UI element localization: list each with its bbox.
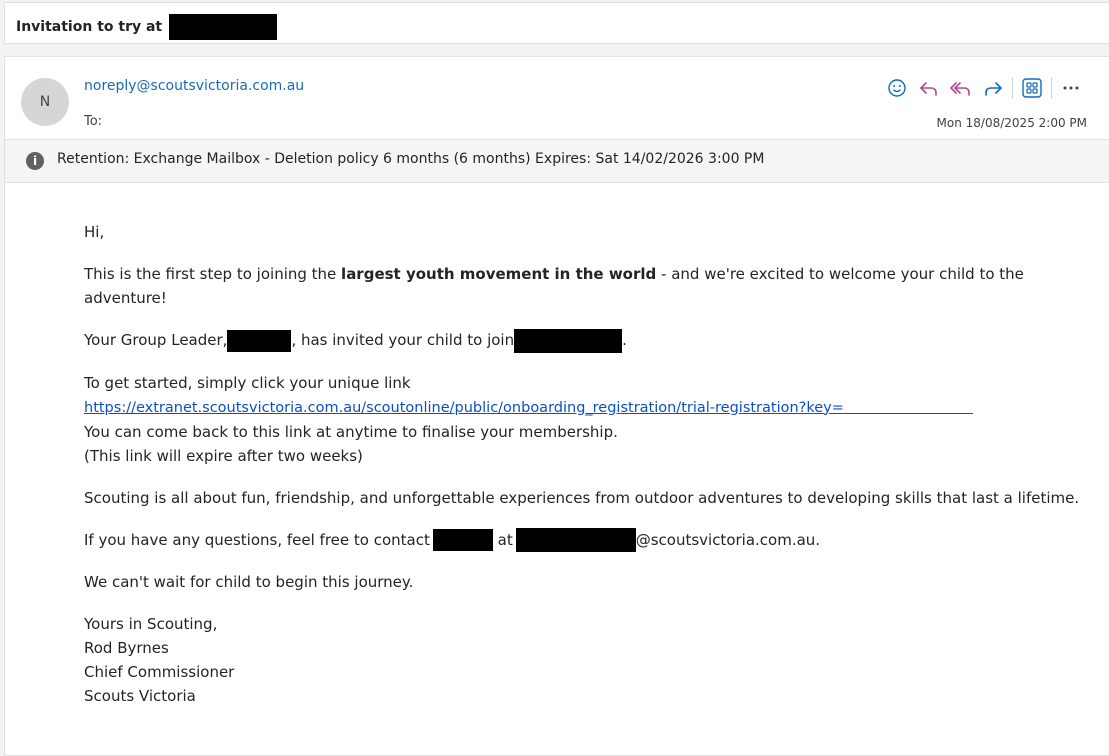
leader-text-2: , has invited your child to join (291, 331, 515, 349)
message-card: N noreply@scoutsvictoria.com.au To: Mon … (4, 56, 1109, 756)
email-subject: Invitation to try at (16, 14, 277, 40)
retention-banner: i Retention: Exchange Mailbox - Deletion… (5, 139, 1109, 183)
started-text: To get started, simply click your unique… (84, 373, 411, 392)
message-date: Mon 18/08/2025 2:00 PM (936, 116, 1087, 130)
journey-paragraph: We can't wait for child to begin this jo… (84, 573, 414, 591)
to-label: To: (84, 114, 103, 129)
redacted-block (432, 529, 493, 551)
apps-icon[interactable] (1016, 75, 1048, 101)
signature-line: Yours in Scouting, (84, 615, 218, 633)
redacted-block (227, 329, 292, 352)
retention-text: Retention: Exchange Mailbox - Deletion p… (57, 151, 765, 167)
signature-org: Scouts Victoria (84, 687, 196, 705)
expire-text: (This link will expire after two weeks) (84, 446, 363, 465)
more-icon[interactable] (1055, 75, 1087, 101)
avatar: N (21, 78, 69, 126)
contact-text: If you have any questions, feel free to … (84, 530, 430, 549)
link-key-redacted[interactable] (844, 400, 973, 416)
subject-text: Invitation to try at (16, 19, 163, 35)
reply-icon[interactable] (913, 75, 945, 101)
intro-paragraph: This is the first step to joining the la… (84, 262, 1094, 310)
comeback-text: You can come back to this link at anytim… (84, 422, 618, 441)
greeting: Hi, (84, 223, 105, 241)
contact-text-2: at (492, 530, 513, 549)
action-toolbar (881, 75, 1087, 101)
redacted-block (515, 528, 636, 552)
leader-paragraph: Your Group Leader, , has invited your chi… (84, 328, 1094, 353)
leader-text-end: . (622, 331, 627, 349)
signature: Yours in Scouting, Rod Byrnes Chief Comm… (84, 612, 1094, 708)
contact-email-domain: @scoutsvictoria.com.au. (635, 530, 821, 549)
redacted-block (514, 328, 623, 353)
subject-bar: Invitation to try at (4, 2, 1109, 44)
toolbar-divider (1012, 77, 1013, 99)
smiley-icon[interactable] (881, 75, 913, 101)
redacted-block (169, 14, 277, 40)
scouting-paragraph: Scouting is all about fun, friendship, a… (84, 488, 1080, 507)
info-icon: i (26, 152, 44, 170)
leader-text: Your Group Leader, (84, 331, 228, 349)
contact-paragraph: If you have any questions, feel free to … (84, 528, 1094, 552)
signature-title: Chief Commissioner (84, 663, 235, 681)
sender-email[interactable]: noreply@scoutsvictoria.com.au (84, 78, 304, 94)
intro-bold: largest youth movement in the world (341, 265, 657, 283)
link-paragraph: To get started, simply click your unique… (84, 371, 1094, 468)
toolbar-divider (1051, 77, 1052, 99)
forward-icon[interactable] (977, 75, 1009, 101)
message-body: Hi, This is the first step to joining th… (84, 220, 1094, 726)
registration-link[interactable]: https://extranet.scoutsvictoria.com.au/s… (84, 400, 844, 416)
signature-name: Rod Byrnes (84, 639, 169, 657)
reply-all-icon[interactable] (945, 75, 977, 101)
intro-text: This is the first step to joining the (84, 265, 342, 283)
